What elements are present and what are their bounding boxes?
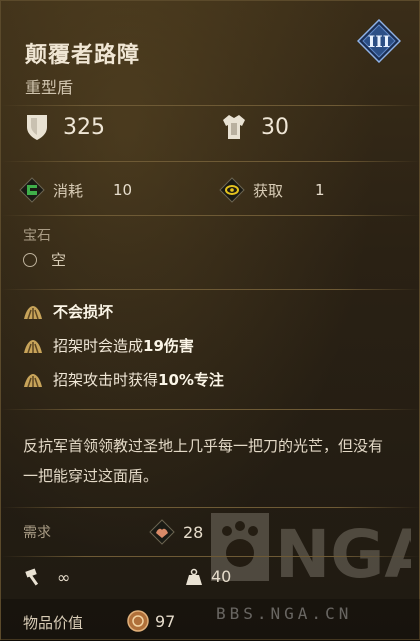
perk-highlight: 19伤害: [143, 337, 194, 355]
perk-icon: [24, 373, 42, 387]
item-name: 颠覆者路障: [25, 43, 141, 68]
watermark-url: BBS.NGA.CN: [216, 604, 353, 623]
perk-text: 不会损坏: [53, 303, 114, 321]
watermark-logo-text: NGA: [275, 516, 411, 587]
defense-value: 325: [63, 114, 105, 140]
gem-slot[interactable]: 空: [23, 249, 66, 270]
divider: [1, 105, 420, 106]
gain-pill: 获取 1: [219, 177, 325, 203]
strength-value: 28: [183, 522, 204, 542]
price-value: 97: [155, 611, 176, 631]
perk-row: 招架攻击时获得10%专注: [23, 369, 224, 390]
gain-label: 获取: [253, 181, 284, 200]
tier-label: III: [367, 31, 391, 51]
hammer-icon: [25, 568, 39, 586]
perk-row: 招架时会造成19伤害: [23, 335, 194, 356]
divider: [1, 289, 420, 290]
price-label: 物品价值: [23, 614, 84, 632]
gem-header: 宝石: [23, 228, 51, 244]
consume-value: 10: [113, 181, 133, 199]
weight-requirement: 40: [185, 567, 231, 586]
armor-icon: [223, 115, 245, 139]
weight-requirement-value: 40: [211, 567, 232, 586]
consume-label: 消耗: [53, 181, 84, 200]
defense-stat: 325: [25, 113, 105, 141]
price-display: 97: [127, 610, 175, 632]
perk-icon: [24, 305, 42, 319]
nga-watermark-logo: NGA: [211, 513, 411, 587]
item-type: 重型盾: [25, 78, 74, 97]
weight-stat: 30: [221, 113, 289, 141]
perk-icon: [24, 339, 42, 353]
shield-icon: [27, 115, 47, 140]
divider: [1, 161, 420, 162]
weight-icon: [186, 568, 202, 585]
divider: [1, 556, 420, 557]
tier-badge: III: [357, 19, 401, 63]
divider: [1, 215, 420, 216]
consume-icon: [19, 177, 45, 203]
strength-icon: [149, 519, 175, 545]
durability-value: ∞: [57, 567, 71, 587]
coin-icon: [127, 610, 149, 632]
perk-highlight: 10%专注: [158, 371, 224, 389]
gain-icon: [219, 177, 245, 203]
durability-requirement: ∞: [23, 567, 70, 587]
cost-row: 消耗 10 获取 1: [19, 177, 409, 207]
perk-text-prefix: 招架时会造成: [53, 337, 144, 355]
perk-row: 不会损坏: [23, 301, 113, 322]
perk-text-prefix: 招架攻击时获得: [53, 371, 159, 389]
gem-slot-label: 空: [51, 251, 67, 269]
divider: [1, 409, 420, 410]
consume-pill: 消耗 10: [19, 177, 132, 203]
gain-value: 1: [315, 181, 325, 199]
lore-text: 反抗军首领领教过圣地上几乎每一把刀的光芒，但没有一把能穿过这面盾。: [23, 437, 384, 485]
weight-value: 30: [261, 114, 289, 140]
requirements-header: 需求: [23, 525, 51, 541]
empty-slot-icon: [23, 252, 37, 267]
item-tooltip-card: 颠覆者路障 重型盾 III 325 30 消耗 10 获取 1 宝石 空 不会损…: [0, 0, 420, 641]
strength-requirement: 28: [149, 519, 203, 545]
